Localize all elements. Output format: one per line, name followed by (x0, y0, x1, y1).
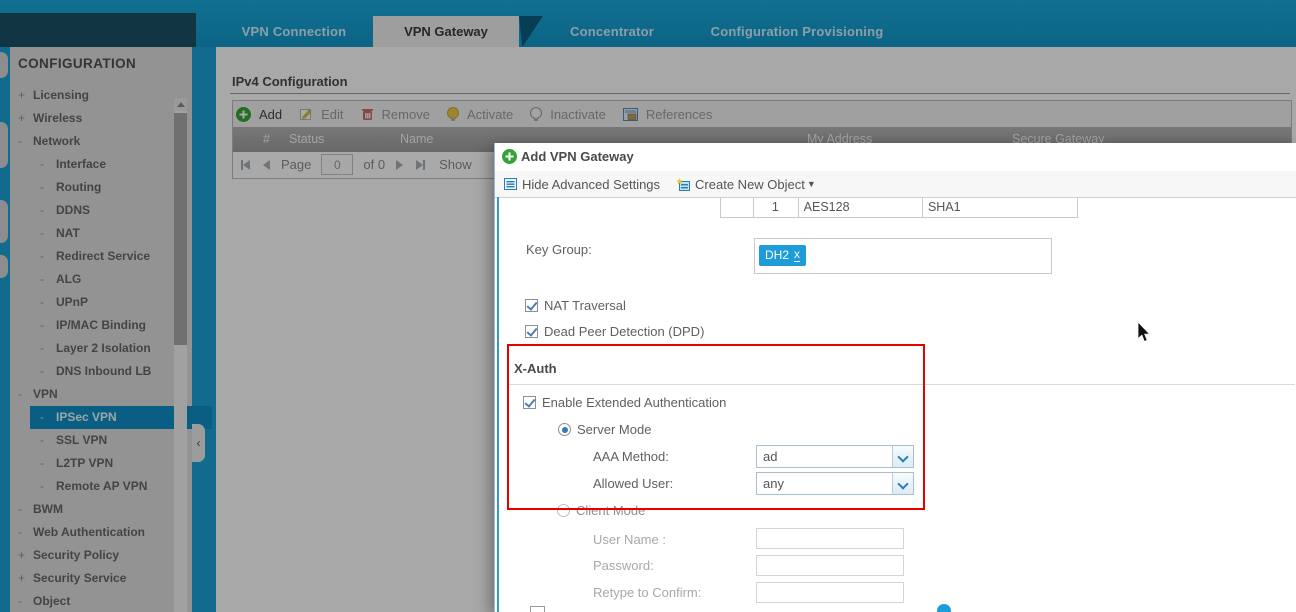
hide-advanced-settings-label: Hide Advanced Settings (522, 177, 660, 192)
key-group-label: Key Group: (526, 242, 592, 257)
server-mode-label: Server Mode (577, 422, 651, 437)
dialog-title: Add VPN Gateway (521, 149, 634, 164)
enable-extended-authentication-label: Enable Extended Authentication (542, 395, 726, 410)
user-name-input[interactable] (756, 528, 904, 549)
client-mode-radio[interactable] (557, 504, 570, 517)
xauth-section-title: X-Auth (514, 361, 557, 376)
proposal-cell-empty (721, 197, 754, 217)
dropdown-arrow-icon: ▼ (807, 179, 816, 189)
allowed-user-dropdown[interactable]: any (756, 472, 914, 495)
key-group-chip-label: DH2 (765, 245, 789, 266)
dpd-checkbox[interactable] (525, 325, 538, 338)
zyxel-vpn-gateway-screen: VPN Connection VPN Gateway Concentrator … (0, 0, 1296, 612)
proposal-table-row: 1 AES128 SHA1 (720, 197, 1078, 218)
proposal-cell-authentication: SHA1 (923, 197, 1077, 217)
mouse-cursor (1137, 322, 1151, 348)
nat-traversal-checkbox[interactable] (525, 299, 538, 312)
password-label: Password: (593, 558, 654, 573)
aaa-method-dropdown[interactable]: ad (756, 445, 914, 468)
create-new-object-icon (676, 178, 690, 191)
chevron-down-icon (897, 478, 908, 489)
add-icon (502, 149, 517, 164)
aaa-method-label: AAA Method: (593, 449, 669, 464)
dropdown-button[interactable] (892, 446, 913, 467)
enable-extended-authentication-checkbox[interactable] (523, 396, 536, 409)
create-new-object-button[interactable]: Create New Object▼ (676, 177, 816, 192)
retype-to-confirm-label: Retype to Confirm: (593, 585, 701, 600)
dialog-toolbar: Hide Advanced Settings Create New Object… (495, 171, 1296, 198)
xauth-section-divider (509, 384, 1295, 385)
allowed-user-value: any (763, 476, 784, 491)
nat-traversal-label: NAT Traversal (544, 298, 626, 313)
server-mode-radio[interactable] (558, 423, 571, 436)
chevron-down-icon (897, 451, 908, 462)
retype-to-confirm-input[interactable] (756, 582, 904, 603)
user-name-label: User Name : (593, 532, 666, 547)
key-group-field[interactable]: DH2 x (754, 238, 1052, 274)
add-vpn-gateway-dialog: Add VPN Gateway Hide Advanced Settings C… (494, 143, 1296, 612)
dropdown-button[interactable] (892, 473, 913, 494)
proposal-cell-encryption: AES128 (799, 197, 923, 217)
chip-remove-icon[interactable]: x (794, 249, 800, 262)
create-new-object-label: Create New Object (695, 177, 805, 192)
advanced-settings-icon (504, 178, 517, 190)
dpd-label: Dead Peer Detection (DPD) (544, 324, 704, 339)
client-mode-label: Client Mode (576, 503, 645, 518)
hide-advanced-settings-button[interactable]: Hide Advanced Settings (504, 177, 660, 192)
cut-off-checkbox (530, 606, 545, 612)
dialog-content-left-rule (497, 197, 499, 612)
dialog-title-bar: Add VPN Gateway (495, 143, 1296, 172)
aaa-method-value: ad (763, 449, 777, 464)
cut-off-info-icon (937, 604, 951, 612)
key-group-chip: DH2 x (759, 245, 806, 266)
password-input[interactable] (756, 555, 904, 576)
proposal-cell-number: 1 (754, 197, 799, 217)
allowed-user-label: Allowed User: (593, 476, 673, 491)
